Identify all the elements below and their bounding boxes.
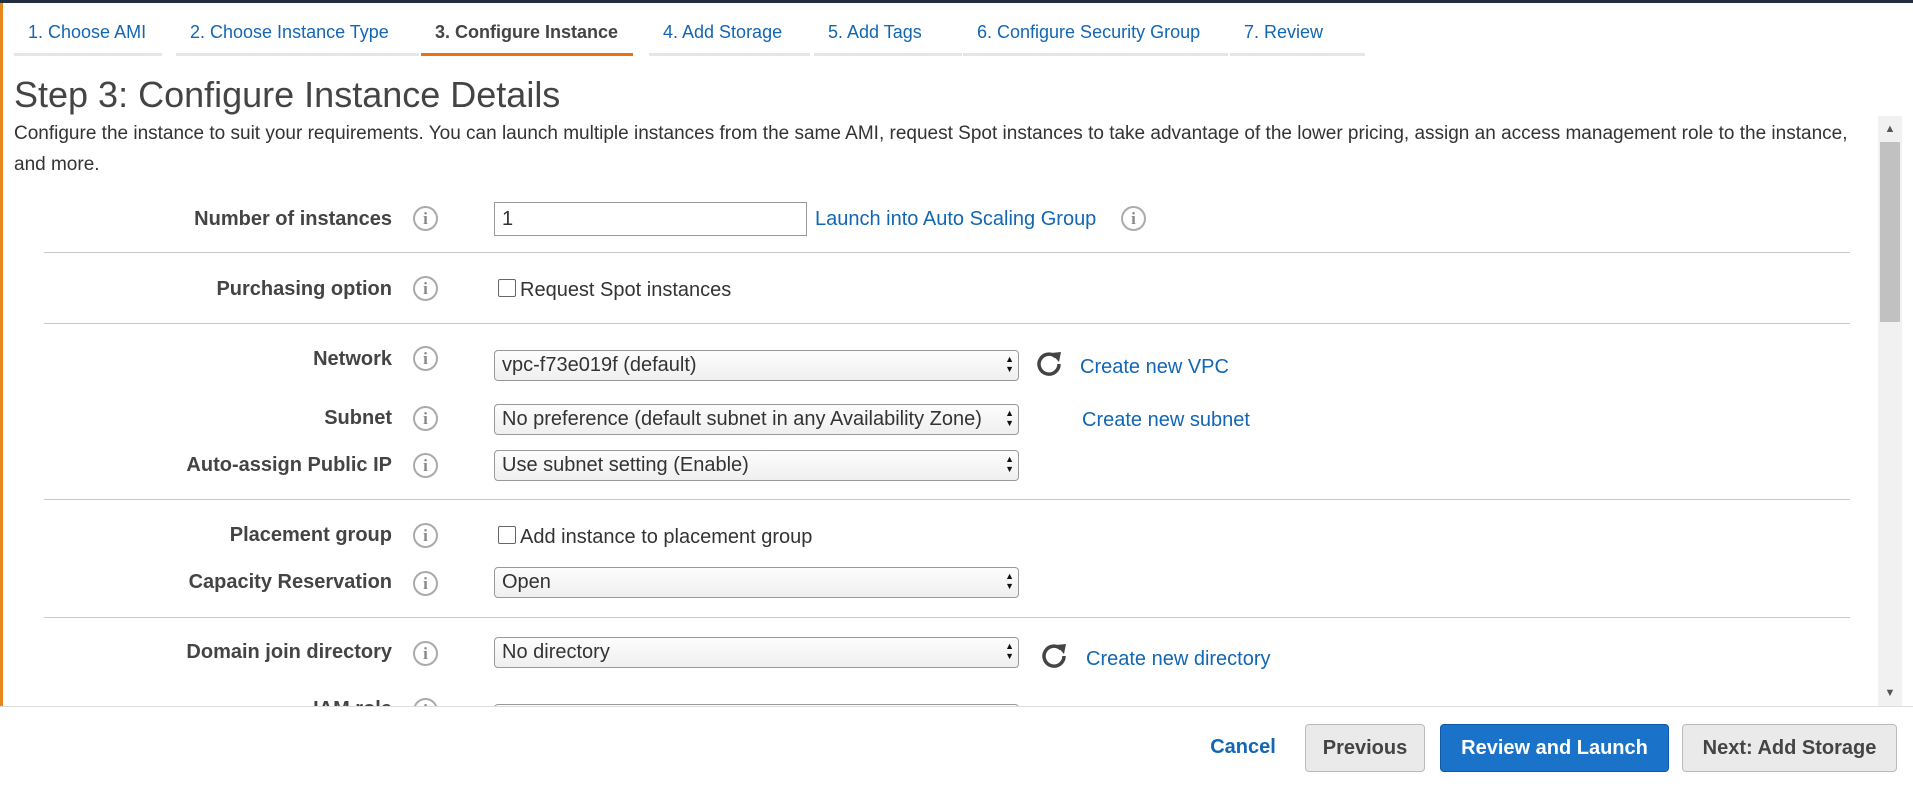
create-new-vpc-link[interactable]: Create new VPC [1080,356,1229,379]
info-icon[interactable]: i [413,206,438,231]
number-of-instances-label: Number of instances [194,208,392,230]
capacity-reservation-label: Capacity Reservation [188,571,392,593]
info-icon[interactable]: i [1121,206,1146,231]
select-arrows-icon: ▲ ▼ [1005,641,1014,661]
page-description: Configure the instance to suit your requ… [14,123,1848,175]
placement-group-checkbox-row[interactable]: Add instance to placement group [498,525,813,549]
auto-assign-public-ip-value: Use subnet setting (Enable) [502,454,749,476]
info-icon[interactable]: i [413,523,438,548]
subnet-label: Subnet [324,407,392,429]
cancel-button[interactable]: Cancel [1195,724,1291,772]
tab-configure-security-group[interactable]: 6. Configure Security Group [963,4,1228,56]
create-new-directory-link[interactable]: Create new directory [1086,648,1271,671]
scrollbar-thumb[interactable] [1880,142,1900,322]
tab-configure-instance[interactable]: 3. Configure Instance [421,4,633,56]
page-title: Step 3: Configure Instance Details [14,74,561,115]
wizard-footer: Cancel Previous Review and Launch Next: … [0,706,1913,804]
info-icon[interactable]: i [413,571,438,596]
request-spot-checkbox-row[interactable]: Request Spot instances [498,278,732,302]
tab-choose-ami[interactable]: 1. Choose AMI [14,4,162,56]
previous-button[interactable]: Previous [1305,724,1425,772]
tab-review[interactable]: 7. Review [1230,4,1365,56]
placement-group-label: Placement group [229,524,392,546]
iam-role-label: IAM role [0,698,392,706]
subnet-select[interactable]: No preference (default subnet in any Ava… [494,404,1019,435]
scroll-up-arrow-icon[interactable]: ▲ [1878,118,1902,140]
main-content: Step 3: Configure Instance Details Confi… [0,56,1878,706]
info-icon[interactable]: i [413,453,438,478]
refresh-icon[interactable] [1034,349,1064,379]
section-divider [44,252,1850,253]
section-divider [44,323,1850,324]
review-and-launch-button[interactable]: Review and Launch [1440,724,1669,772]
tab-choose-instance-type[interactable]: 2. Choose Instance Type [176,4,419,56]
scroll-down-arrow-icon[interactable]: ▼ [1878,682,1902,704]
network-select-value: vpc-f73e019f (default) [502,354,697,376]
purchasing-option-label: Purchasing option [216,278,392,300]
capacity-reservation-select[interactable]: Open ▲ ▼ [494,567,1019,598]
launch-auto-scaling-link[interactable]: Launch into Auto Scaling Group [815,208,1096,231]
select-arrows-icon: ▲ ▼ [1005,354,1014,374]
domain-join-directory-label: Domain join directory [186,641,392,663]
section-divider [44,499,1850,500]
domain-join-directory-select[interactable]: No directory ▲ ▼ [494,637,1019,668]
placement-group-checkbox[interactable] [498,525,516,544]
auto-assign-public-ip-label: Auto-assign Public IP [186,454,392,476]
next-add-storage-button[interactable]: Next: Add Storage [1682,724,1897,772]
tab-add-storage[interactable]: 4. Add Storage [649,4,810,56]
request-spot-label: Request Spot instances [520,279,732,301]
domain-join-directory-value: No directory [502,641,610,663]
info-icon[interactable]: i [413,698,438,706]
section-divider [44,617,1850,618]
refresh-icon[interactable] [1039,641,1069,671]
select-arrows-icon: ▲ ▼ [1005,454,1014,474]
info-icon[interactable]: i [413,406,438,431]
network-label: Network [313,348,392,370]
number-of-instances-input[interactable]: 1 [494,202,807,236]
info-icon[interactable]: i [413,276,438,301]
select-arrows-icon: ▲ ▼ [1005,408,1014,428]
top-bar [0,0,1913,3]
request-spot-checkbox[interactable] [498,278,516,297]
info-icon[interactable]: i [413,641,438,666]
placement-group-checkbox-label: Add instance to placement group [520,526,813,548]
capacity-reservation-value: Open [502,571,551,593]
create-new-subnet-link[interactable]: Create new subnet [1082,409,1250,432]
tab-add-tags[interactable]: 5. Add Tags [814,4,962,56]
info-icon[interactable]: i [413,346,438,371]
network-select[interactable]: vpc-f73e019f (default) ▲ ▼ [494,350,1019,381]
auto-assign-public-ip-select[interactable]: Use subnet setting (Enable) ▲ ▼ [494,450,1019,481]
select-arrows-icon: ▲ ▼ [1005,571,1014,591]
subnet-select-value: No preference (default subnet in any Ava… [502,408,982,430]
